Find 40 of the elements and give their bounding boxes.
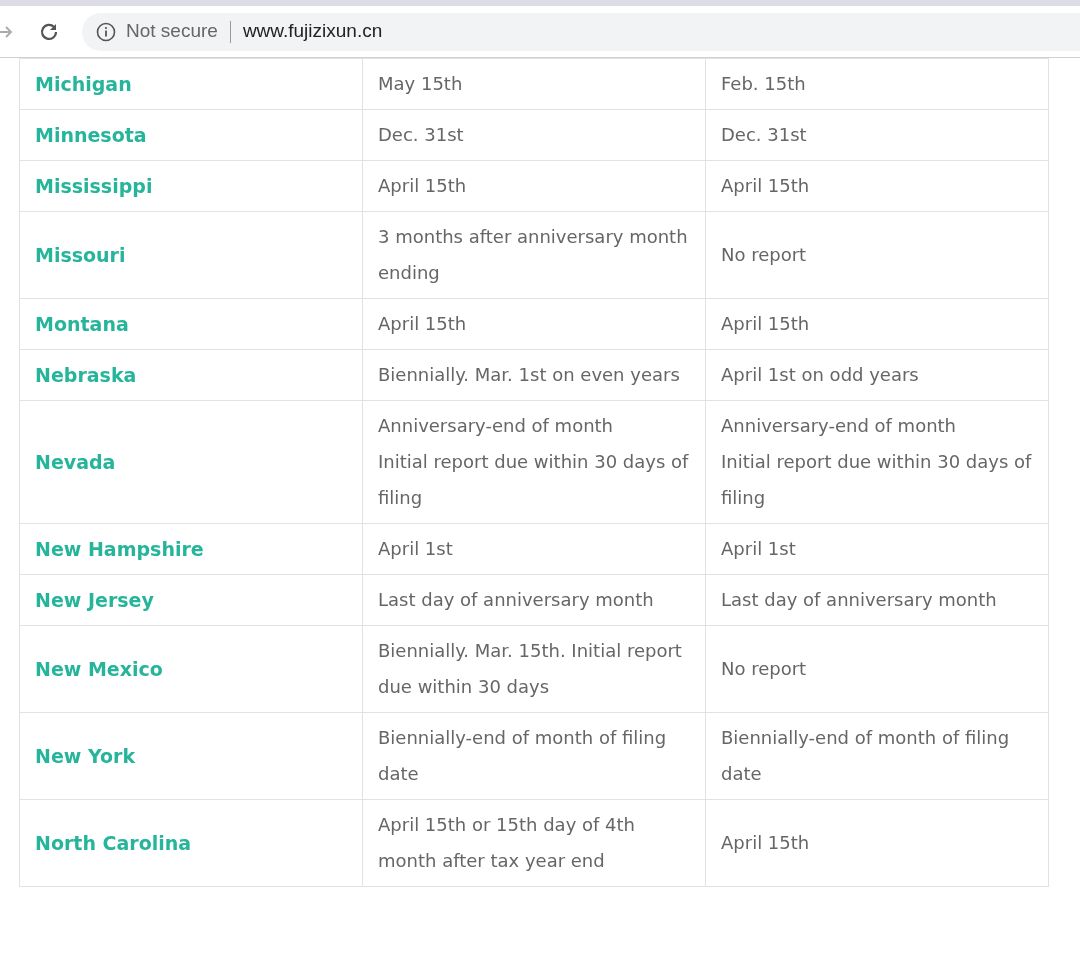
table-cell: No report <box>705 625 1049 713</box>
url-text: www.fujizixun.cn <box>242 19 383 44</box>
address-bar[interactable]: Not secure www.fujizixun.cn <box>82 12 1080 51</box>
table-cell: Anniversary-end of month Initial report due within 30 days of filing <box>705 400 1049 524</box>
table-cell: Biennially. Mar. 1st on even years <box>362 349 706 401</box>
table-cell: April 1st <box>705 523 1049 575</box>
state-name-cell: New Mexico <box>19 625 363 713</box>
table-cell: April 15th or 15th day of 4th month after tax year end <box>362 799 706 887</box>
state-name-cell: Missouri <box>19 211 363 299</box>
table-cell: 3 months after anniversary month ending <box>362 211 706 299</box>
table-cell: April 15th <box>362 298 706 350</box>
table-cell: Biennially-end of month of filing date <box>705 712 1049 800</box>
security-label: Not secure <box>126 19 218 44</box>
table-cell: April 1st on odd years <box>705 349 1049 401</box>
info-icon[interactable] <box>96 21 116 42</box>
table-cell: No report <box>705 211 1049 299</box>
state-name-cell: Montana <box>19 298 363 350</box>
table-cell: April 1st <box>362 523 706 575</box>
state-name-cell: Mississippi <box>19 160 363 212</box>
state-name-cell: New York <box>19 712 363 800</box>
state-name-cell: Michigan <box>19 58 363 110</box>
table-cell: April 15th <box>705 160 1049 212</box>
table-cell: Dec. 31st <box>362 109 706 161</box>
state-name-cell: North Carolina <box>19 799 363 887</box>
table-cell: Dec. 31st <box>705 109 1049 161</box>
state-name-cell: Nevada <box>19 400 363 524</box>
table-cell: April 15th <box>705 298 1049 350</box>
state-name-cell: Minnesota <box>19 109 363 161</box>
state-name-cell: New Jersey <box>19 574 363 626</box>
table-cell: April 15th <box>705 799 1049 887</box>
table-cell: May 15th <box>362 58 706 110</box>
table-cell: April 15th <box>362 160 706 212</box>
table-cell: Last day of anniversary month <box>705 574 1049 626</box>
state-name-cell: New Hampshire <box>19 523 363 575</box>
table-cell: Anniversary-end of month Initial report due within 30 days of filing <box>362 400 706 524</box>
table-cell: Biennially-end of month of filing date <box>362 712 706 800</box>
table-cell: Last day of anniversary month <box>362 574 706 626</box>
table-cell: Biennially. Mar. 15th. Initial report due within 30 days <box>362 625 706 713</box>
table-cell: Feb. 15th <box>705 58 1049 110</box>
state-name-cell: Nebraska <box>19 349 363 401</box>
